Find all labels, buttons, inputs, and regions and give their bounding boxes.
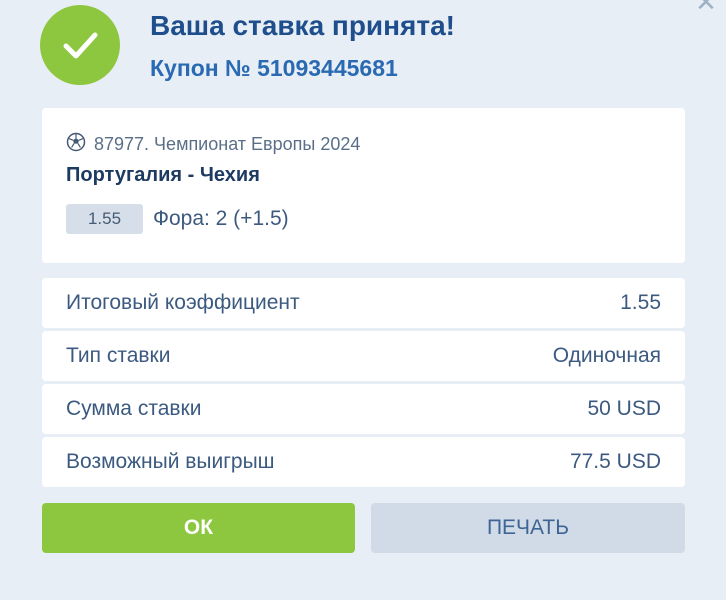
summary-value: 50 USD [587, 397, 661, 420]
success-check-icon [40, 5, 120, 85]
ok-button[interactable]: ОК [42, 503, 355, 553]
summary-label: Итоговый коэффициент [66, 291, 300, 314]
coupon-number: Купон № 51093445681 [150, 55, 398, 81]
odds-badge: 1.55 [66, 204, 143, 234]
dialog-title: Ваша ставка принята! [150, 10, 456, 41]
summary-value: Одиночная [552, 344, 661, 367]
event-card: 87977. Чемпионат Европы 2024 Португалия … [42, 108, 685, 263]
summary-value: 77.5 USD [569, 450, 661, 473]
bet-row: 1.55 Фора: 2 (+1.5) [66, 204, 289, 234]
bet-selection: Фора: 2 (+1.5) [153, 207, 289, 230]
summary-label: Тип ставки [66, 344, 171, 367]
summary-row-possible-win: Возможный выигрыш 77.5 USD [42, 437, 685, 487]
summary-label: Сумма ставки [66, 397, 202, 420]
summary-value: 1.55 [620, 291, 661, 314]
print-button[interactable]: ПЕЧАТЬ [371, 503, 685, 553]
soccer-ball-icon [66, 132, 86, 157]
match-teams: Португалия - Чехия [66, 164, 260, 186]
summary-row-total-odds: Итоговый коэффициент 1.55 [42, 278, 685, 328]
close-icon[interactable]: ✕ [694, 0, 718, 15]
league-name: 87977. Чемпионат Европы 2024 [94, 134, 361, 154]
summary-row-bet-type: Тип ставки Одиночная [42, 331, 685, 381]
event-league-line: 87977. Чемпионат Европы 2024 [66, 132, 360, 157]
summary-label: Возможный выигрыш [66, 450, 275, 473]
summary-row-stake: Сумма ставки 50 USD [42, 384, 685, 434]
